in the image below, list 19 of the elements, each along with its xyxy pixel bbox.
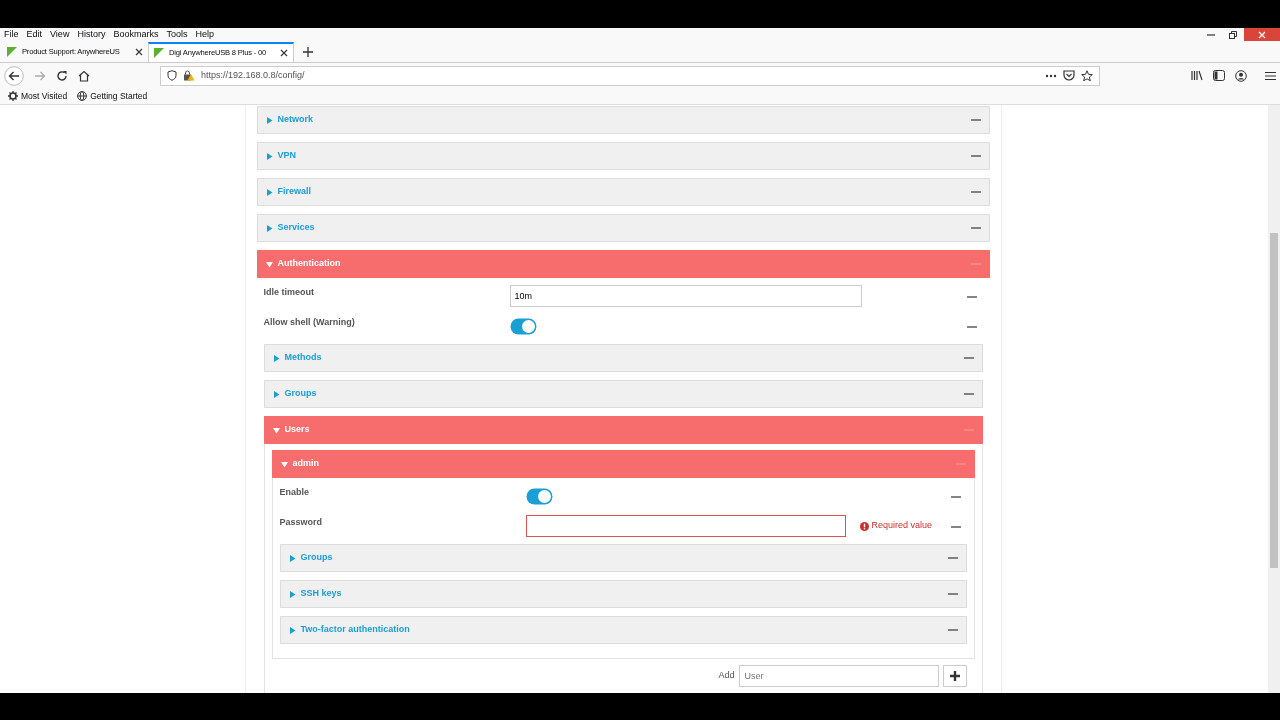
- text-field[interactable]: 10m: [509, 285, 862, 307]
- field-label: Idle timeout: [263, 286, 315, 299]
- add-label: Add: [718, 669, 735, 683]
- menu-item[interactable]: View: [50, 28, 70, 42]
- url-text: https://192.168.0.8/config/: [201, 68, 306, 82]
- error-message: Required value: [871, 519, 933, 533]
- address-bar[interactable]: https://192.168.0.8/config/: [160, 65, 1100, 86]
- field-label: Password: [279, 516, 324, 529]
- menu-item[interactable]: Help: [195, 28, 214, 42]
- bookmark-link[interactable]: Most Visited: [8, 89, 68, 103]
- menu-item[interactable]: Tools: [166, 28, 188, 42]
- bookmark-link[interactable]: Getting Started: [77, 89, 148, 103]
- menu-item[interactable]: Bookmarks: [113, 28, 159, 42]
- field-label: Enable: [279, 486, 310, 499]
- add-field[interactable]: User: [738, 665, 939, 687]
- menu-item[interactable]: History: [77, 28, 106, 42]
- menu-item[interactable]: Edit: [26, 28, 43, 42]
- menu-item[interactable]: File: [4, 28, 19, 42]
- field-label: Allow shell (Warning): [263, 316, 356, 329]
